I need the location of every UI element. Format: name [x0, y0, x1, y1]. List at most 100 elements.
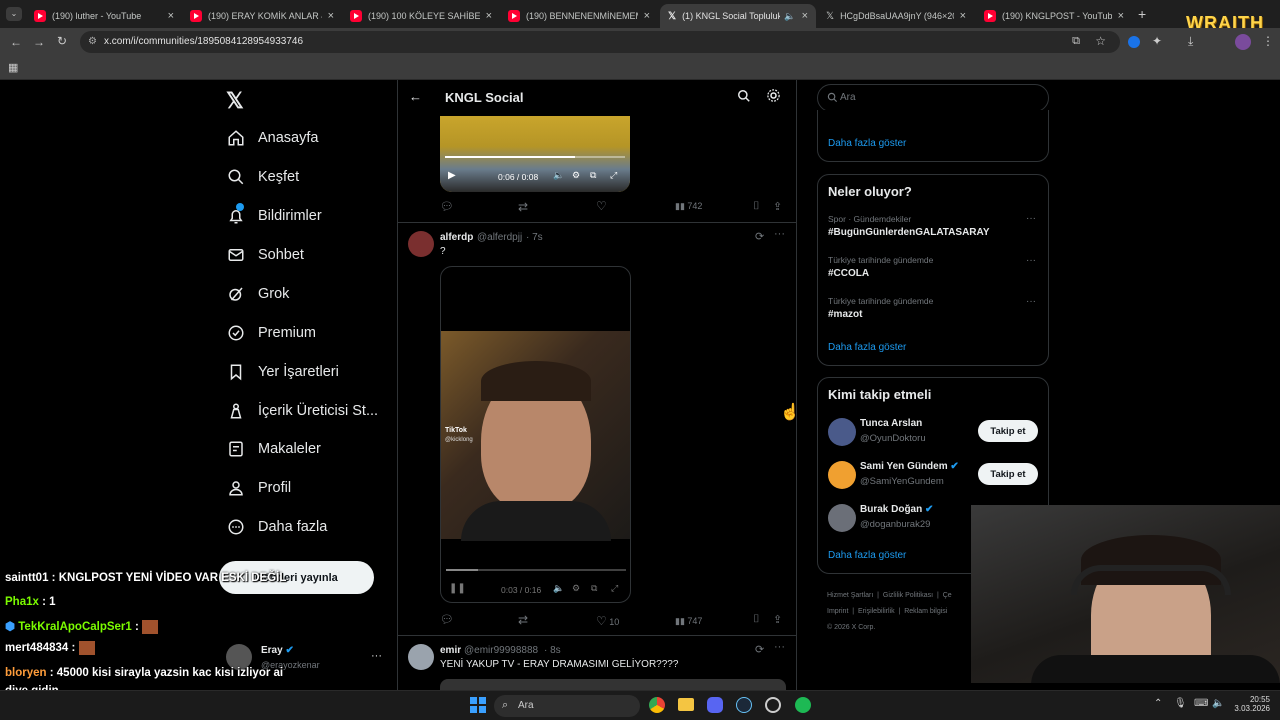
- back-arrow-icon[interactable]: ←: [10, 35, 22, 49]
- x-logo-icon[interactable]: 𝕏: [226, 88, 244, 114]
- trend-more-icon[interactable]: ···: [1026, 255, 1036, 266]
- browser-tab-2[interactable]: (190) ERAY KOMİK ANLAR 4 - A ×: [182, 4, 342, 28]
- sidebar-item-bookmarks[interactable]: Yer İşaretleri: [227, 354, 339, 390]
- repost-icon[interactable]: ⇄: [518, 200, 528, 214]
- account-menu-icon[interactable]: ···: [371, 650, 382, 662]
- taskbar-search[interactable]: ⌕ Ara: [494, 695, 640, 717]
- avatar[interactable]: [828, 504, 856, 532]
- pause-icon[interactable]: ❚❚: [449, 583, 466, 594]
- extensions-puzzle-icon[interactable]: ✦: [1152, 34, 1162, 48]
- author-handle[interactable]: @emir99998888: [464, 645, 538, 656]
- fullscreen-icon[interactable]: ⤢: [610, 170, 617, 181]
- search-input[interactable]: Ara: [817, 84, 1049, 112]
- footer-link[interactable]: Çe: [943, 592, 952, 599]
- site-info-icon[interactable]: ⚙: [88, 36, 97, 47]
- trend-more-icon[interactable]: ···: [1026, 296, 1036, 307]
- share-icon[interactable]: ⇪: [773, 613, 782, 626]
- footer-link[interactable]: Hizmet Şartları: [827, 592, 873, 599]
- video-progress-bar[interactable]: [445, 156, 625, 158]
- video-player-2[interactable]: TikTok @kicklong ❚❚ 0:03 / 0:16 🔈 ⚙ ⧉ ⤢: [440, 266, 631, 603]
- footer-link[interactable]: Reklam bilgisi: [904, 608, 947, 615]
- follow-button[interactable]: Takip et: [978, 463, 1038, 485]
- browser-tab-1[interactable]: (190) luther - YouTube ×: [26, 4, 182, 28]
- like-count[interactable]: ♡ 10: [596, 614, 619, 628]
- close-icon[interactable]: ×: [328, 10, 334, 22]
- sidebar-item-grok[interactable]: Grok: [227, 276, 289, 312]
- taskbar-clock[interactable]: 20:55 3.03.2026: [1234, 695, 1270, 713]
- trend-more-icon[interactable]: ···: [1026, 213, 1036, 224]
- follow-name[interactable]: Tunca Arslan: [860, 418, 922, 429]
- more-options-icon[interactable]: ···: [774, 228, 785, 240]
- views-count[interactable]: ▮▮ 742: [675, 201, 702, 212]
- fullscreen-icon[interactable]: ⤢: [611, 583, 618, 594]
- grok-explain-icon[interactable]: ⟳: [755, 230, 764, 243]
- sidebar-item-profile[interactable]: Profil: [227, 470, 291, 506]
- repost-icon[interactable]: ⇄: [518, 613, 528, 627]
- author-name[interactable]: emir: [440, 645, 461, 656]
- follow-name[interactable]: Burak Doğan ✔: [860, 504, 933, 515]
- share-icon[interactable]: ⇪: [773, 200, 782, 213]
- close-icon[interactable]: ×: [168, 10, 174, 22]
- close-icon[interactable]: ×: [960, 10, 966, 22]
- like-icon[interactable]: ♡: [596, 199, 607, 213]
- avatar[interactable]: [408, 231, 434, 257]
- browser-tab-7[interactable]: (190) KNGLPOST - YouTube ×: [976, 4, 1132, 28]
- microphone-icon[interactable]: 🎙︎: [1174, 698, 1187, 709]
- app-icon[interactable]: [765, 697, 781, 713]
- pip-icon[interactable]: ⧉: [590, 170, 596, 181]
- reply-icon[interactable]: 💬︎: [440, 200, 454, 213]
- extension-icon[interactable]: [1128, 36, 1140, 48]
- avatar[interactable]: [828, 461, 856, 489]
- profile-avatar[interactable]: [1235, 34, 1251, 50]
- address-bar[interactable]: ⚙ x.com/i/communities/189508412895493374…: [80, 31, 1120, 53]
- discord-icon[interactable]: [707, 697, 723, 713]
- trend-item[interactable]: Türkiye tarihinde gündemde #mazot: [828, 296, 1038, 320]
- video-progress-bar[interactable]: [446, 569, 626, 571]
- search-icon[interactable]: [737, 89, 751, 103]
- footer-link[interactable]: Gizlilik Politikası: [883, 592, 933, 599]
- show-more-link[interactable]: Daha fazla göster: [828, 342, 906, 353]
- new-tab-button[interactable]: +: [1138, 6, 1146, 22]
- tweet-post-1[interactable]: alferdp @alferdpjj · 7s ⟳ ··· ? TikTok @…: [398, 223, 796, 633]
- volume-icon[interactable]: 🔈: [553, 583, 564, 594]
- sidebar-item-more[interactable]: Daha fazla: [227, 509, 327, 545]
- sidebar-item-explore[interactable]: Keşfet: [227, 159, 299, 195]
- post-media-preview[interactable]: [440, 679, 786, 690]
- sidebar-item-chat[interactable]: Sohbet: [227, 237, 304, 273]
- follow-name[interactable]: Sami Yen Gündem ✔: [860, 461, 959, 472]
- close-icon[interactable]: ×: [802, 10, 808, 22]
- sidebar-item-articles[interactable]: Makaleler: [227, 431, 321, 467]
- bookmark-icon[interactable]: ⌷: [753, 200, 760, 213]
- browser-tab-6[interactable]: 𝕏 HCgDdBsaUAA9jnY (946×2048) ×: [818, 4, 974, 28]
- apps-grid-icon[interactable]: ▦: [8, 61, 18, 74]
- show-more-link[interactable]: Daha fazla göster: [828, 550, 906, 561]
- footer-link[interactable]: Erişilebilirlik: [858, 608, 895, 615]
- sidebar-item-notifications[interactable]: Bildirimler: [227, 198, 322, 234]
- reply-icon[interactable]: 💬︎: [440, 613, 454, 626]
- settings-gear-icon[interactable]: ⚙: [572, 170, 580, 181]
- avatar[interactable]: [408, 644, 434, 670]
- author-handle[interactable]: @alferdpjj: [477, 232, 522, 243]
- forward-arrow-icon[interactable]: →: [33, 35, 45, 49]
- browser-tab-4[interactable]: (190) BENNENENMİNEMEMİM ×: [500, 4, 658, 28]
- grok-explain-icon[interactable]: ⟳: [755, 643, 764, 656]
- windows-start-icon[interactable]: [470, 697, 486, 713]
- trend-item[interactable]: Spor · Gündemdekiler #BugünGünlerdenGALA…: [828, 214, 1038, 238]
- tab-search-button[interactable]: ⌄: [6, 7, 22, 21]
- download-icon[interactable]: ⤓: [1188, 34, 1193, 49]
- sidebar-item-home[interactable]: Anasayfa: [227, 120, 318, 156]
- volume-icon[interactable]: 🔈: [553, 170, 564, 181]
- close-icon[interactable]: ×: [486, 10, 492, 22]
- browser-tab-5-active[interactable]: 𝕏 (1) KNGL Social Topluluk / X🔈 ×: [660, 4, 816, 28]
- tweet-post-2[interactable]: emir @emir99998888 · 8s ⟳ ··· YENİ YAKUP…: [398, 636, 796, 690]
- back-arrow-icon[interactable]: ←: [409, 89, 422, 104]
- views-count[interactable]: ▮▮ 747: [675, 616, 702, 627]
- steam-icon[interactable]: [736, 697, 752, 713]
- close-icon[interactable]: ×: [644, 10, 650, 22]
- sidebar-item-premium[interactable]: Premium: [227, 315, 316, 351]
- chevron-up-icon[interactable]: ⌃: [1154, 698, 1162, 709]
- volume-icon[interactable]: 🔈: [1212, 698, 1224, 709]
- play-icon[interactable]: ▶: [448, 170, 456, 181]
- network-icon[interactable]: ⌨: [1194, 698, 1208, 709]
- footer-link[interactable]: Imprint: [827, 608, 848, 615]
